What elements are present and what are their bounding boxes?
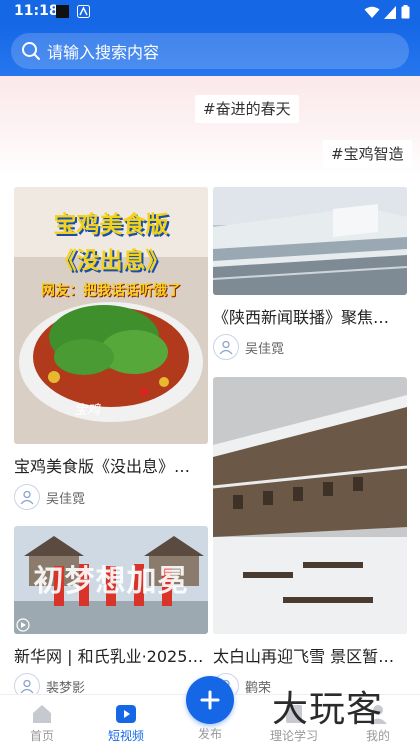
avatar xyxy=(213,334,239,360)
card-title[interactable]: 太白山再迎飞雪 景区暂… xyxy=(213,643,407,667)
video-card[interactable]: 初梦想加冕 新华网 | 和氏乳业·2025… 裴梦影 xyxy=(14,526,208,699)
avatar xyxy=(14,484,40,510)
author-name: 鹳荣 xyxy=(245,680,272,696)
video-card[interactable]: 太白山再迎飞雪 景区暂… 鹳荣 xyxy=(213,377,407,699)
overlay-subtitle: 《没出息》 xyxy=(53,248,169,274)
overlay-title: 宝鸡美食版 xyxy=(53,212,169,238)
topic-banner: #奋进的春天 #宝鸡智造 xyxy=(0,76,420,176)
author-name: 吴佳霓 xyxy=(46,491,86,507)
video-card[interactable]: 宝鸡美食版 《没出息》 网友：把我话话听饿了 宝鸡 宝鸡美食版《没出息》… 吴佳… xyxy=(14,187,208,517)
home-icon xyxy=(33,705,51,723)
nav-short-video[interactable]: 短视频 xyxy=(84,703,168,744)
author-name: 裴梦影 xyxy=(46,680,86,696)
user-icon xyxy=(20,679,34,694)
overlay-caption: 网友：把我话话听饿了 xyxy=(41,283,181,299)
notification-icon xyxy=(56,5,69,18)
video-icon xyxy=(116,705,136,723)
author-row[interactable]: 吴佳霓 xyxy=(14,483,208,511)
video-card[interactable]: 《陕西新闻联播》聚焦… 吴佳霓 xyxy=(213,187,407,362)
status-time: 11:18 xyxy=(14,3,59,19)
signal-icon xyxy=(384,5,396,19)
card-title[interactable]: 新华网 | 和氏乳业·2025… xyxy=(14,643,208,667)
overlay-logo: 宝鸡 xyxy=(74,403,101,418)
nav-label: 首页 xyxy=(29,729,54,743)
video-thumbnail[interactable]: 宝鸡美食版 《没出息》 网友：把我话话听饿了 宝鸡 xyxy=(14,187,208,444)
nav-publish-label[interactable]: 发布 xyxy=(168,725,252,742)
card-title[interactable]: 《陕西新闻联播》聚焦… xyxy=(213,304,407,328)
overlay-title: 初梦想加冕 xyxy=(33,564,189,599)
watermark: 大玩客 xyxy=(272,689,384,730)
video-thumbnail[interactable] xyxy=(213,187,407,295)
status-bar: 11:18 xyxy=(0,0,420,24)
search-icon xyxy=(22,42,40,60)
card-title[interactable]: 宝鸡美食版《没出息》… xyxy=(14,453,208,477)
snow-thumbnail-image xyxy=(213,377,407,634)
header: 请输入搜索内容 xyxy=(0,24,420,76)
author-row[interactable]: 吴佳霓 xyxy=(213,333,407,361)
plus-icon xyxy=(200,690,220,710)
battery-icon xyxy=(401,5,410,19)
user-icon xyxy=(219,340,233,355)
search-placeholder: 请输入搜索内容 xyxy=(47,43,160,62)
topic-tag[interactable]: #奋进的春天 xyxy=(195,95,299,123)
nav-home[interactable]: 首页 xyxy=(0,703,84,744)
wifi-icon xyxy=(364,6,380,18)
user-icon xyxy=(20,490,34,505)
publish-button[interactable] xyxy=(186,676,234,724)
nav-label: 发布 xyxy=(197,727,222,741)
topic-tag[interactable]: #宝鸡智造 xyxy=(323,140,412,168)
nav-label: 短视频 xyxy=(107,729,144,743)
app-notification-icon xyxy=(77,5,90,18)
video-thumbnail[interactable]: 初梦想加冕 xyxy=(14,526,208,634)
video-thumbnail[interactable] xyxy=(213,377,407,634)
factory-thumbnail-image xyxy=(213,187,407,295)
search-input[interactable]: 请输入搜索内容 xyxy=(11,33,409,69)
status-icons xyxy=(364,5,410,19)
author-name: 吴佳霓 xyxy=(245,341,285,357)
